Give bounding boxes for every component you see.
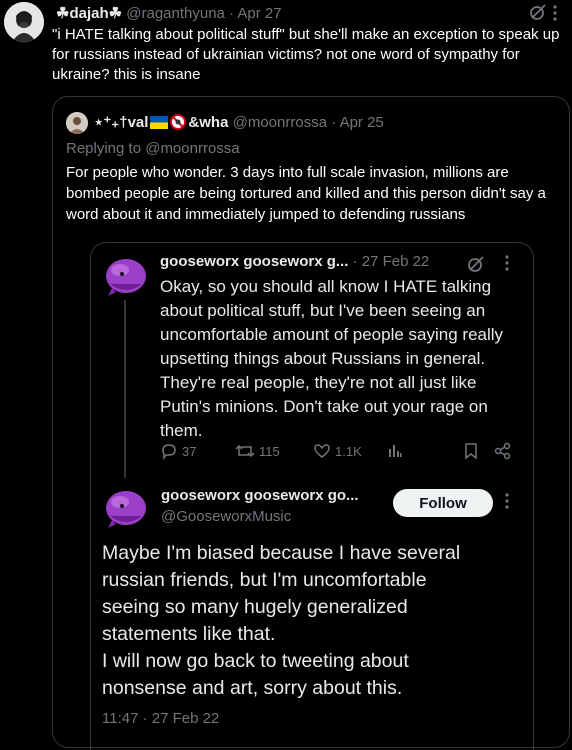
like-icon: [314, 444, 330, 458]
ukraine-flag-icon: [150, 116, 169, 129]
inner-display-name-2[interactable]: gooseworx gooseworx go...: [161, 487, 359, 504]
tweet-line: russian friends, but I'm uncomfortable: [102, 569, 427, 591]
grok-icon[interactable]: [528, 2, 548, 27]
like-action[interactable]: 1.1K: [313, 442, 362, 460]
tweet-line: I will now go back to tweeting about: [102, 650, 409, 672]
inner-timestamp-2[interactable]: 11:47 · 27 Feb 22: [102, 710, 219, 727]
bookmark-icon: [465, 443, 477, 460]
reply-action[interactable]: 37: [160, 442, 196, 460]
views-icon: [389, 445, 402, 457]
inner-tweet-2-text: Maybe I'm biased because I have several …: [102, 540, 532, 702]
quote-date[interactable]: Apr 25: [340, 114, 384, 131]
thread-connector-line: [124, 300, 126, 478]
inner-tweet-1-text: Okay, so you should all know I HATE talk…: [160, 277, 504, 440]
gooseworx-avatar[interactable]: [102, 254, 148, 300]
quote-avatar[interactable]: [66, 112, 88, 134]
tweet-line: nonsense and art, sorry about this.: [102, 677, 403, 699]
tweet-line: Maybe I'm biased because I have several: [102, 542, 461, 564]
outer-display-name[interactable]: ☘dajah☘: [56, 5, 122, 22]
more-icon[interactable]: [552, 4, 558, 27]
outer-handle[interactable]: @raganthyuna: [126, 5, 225, 22]
inner-display-name-1[interactable]: gooseworx gooseworx g...: [160, 253, 348, 270]
tweet-line: statements like that.: [102, 623, 276, 645]
inner-tweet-1-header: gooseworx gooseworx g... · 27 Feb 22: [160, 253, 430, 270]
outer-avatar[interactable]: [4, 2, 44, 42]
like-count: 1.1K: [335, 443, 362, 459]
views-action[interactable]: [387, 442, 403, 458]
outer-tweet-text: "i HATE talking about political stuff" b…: [52, 26, 560, 83]
outer-tweet-header: ☘dajah☘ @raganthyuna · Apr 27: [56, 5, 282, 22]
quote-handle[interactable]: @moonrrossa: [233, 114, 327, 131]
retweet-icon: [235, 444, 255, 458]
inner-date-1[interactable]: 27 Feb 22: [362, 253, 430, 270]
quote-tweet-header: ⋆⁺₊†val &wha @moonrrossa · Apr 25: [94, 114, 384, 131]
gooseworx-avatar[interactable]: [102, 486, 148, 532]
retweet-count: 115: [259, 443, 280, 459]
reply-count: 37: [182, 443, 197, 459]
follow-button[interactable]: Follow: [393, 489, 493, 517]
share-action[interactable]: [494, 442, 512, 460]
bookmark-action[interactable]: [463, 442, 479, 460]
quote-display-name-suffix[interactable]: &wha: [188, 114, 228, 131]
retweet-action[interactable]: 115: [235, 442, 280, 460]
no-symbol-icon: [170, 114, 187, 130]
reply-icon: [162, 444, 176, 460]
quote-display-name[interactable]: ⋆⁺₊†val: [94, 114, 148, 131]
tweet-line: seeing so many hugely generalized: [102, 596, 408, 618]
outer-date[interactable]: Apr 27: [237, 5, 281, 22]
more-icon[interactable]: [504, 492, 510, 515]
more-icon[interactable]: [504, 254, 510, 277]
inner-handle-2[interactable]: @GooseworxMusic: [161, 508, 291, 525]
quote-tweet-text: For people who wonder. 3 days into full …: [66, 164, 546, 223]
replying-to[interactable]: Replying to @moonrrossa: [66, 140, 240, 157]
share-icon: [494, 442, 511, 460]
